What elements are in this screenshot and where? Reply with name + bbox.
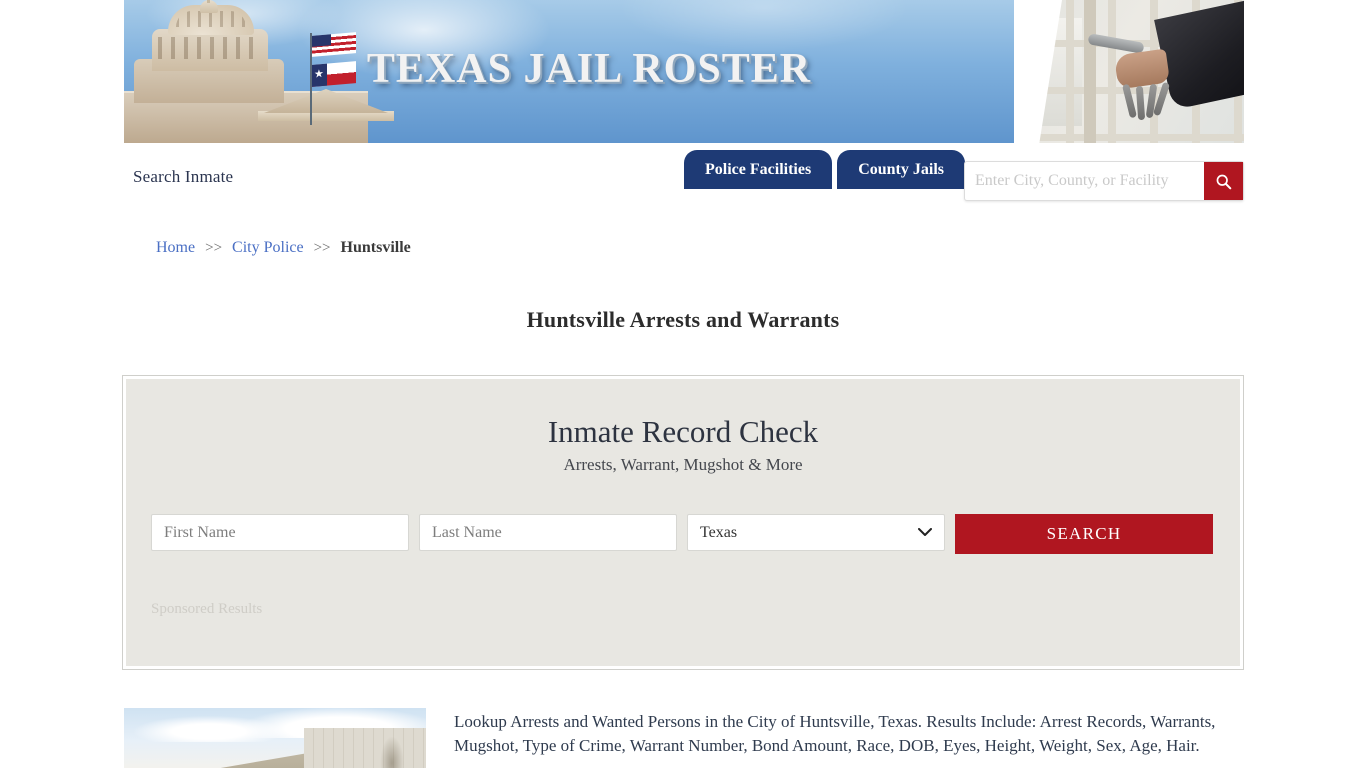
- keys-icon: [1121, 81, 1171, 124]
- banner-title-text: TEXAS JAIL ROSTER: [366, 46, 812, 92]
- inmate-search-form: Texas SEARCH: [151, 514, 1215, 554]
- state-select[interactable]: Texas: [687, 514, 945, 551]
- search-icon: [1216, 174, 1232, 189]
- search-inmate-label: Search Inmate: [133, 167, 234, 186]
- breadcrumb-item-home[interactable]: Home: [156, 239, 195, 256]
- page-description: Lookup Arrests and Wanted Persons in the…: [454, 712, 1216, 755]
- first-name-input[interactable]: [151, 514, 409, 551]
- page-root: TEXAS JAIL ROSTER Search Inmate Police: [0, 0, 1366, 768]
- facility-search-box: [964, 161, 1244, 201]
- sponsored-results-label: Sponsored Results: [151, 601, 263, 617]
- breadcrumb-item-current: Huntsville: [340, 239, 411, 256]
- last-name-input[interactable]: [419, 514, 677, 551]
- facility-search-input[interactable]: [965, 162, 1204, 200]
- facility-tabs: Police Facilities County Jails: [684, 148, 965, 189]
- panel-heading: Inmate Record Check: [547, 414, 819, 449]
- page-title: Huntsville Arrests and Warrants: [526, 306, 840, 332]
- breadcrumb: Home >> City Police >> Huntsville: [156, 239, 411, 257]
- site-banner: TEXAS JAIL ROSTER: [124, 0, 1244, 143]
- nav-row: Search Inmate Police Facilities County J…: [124, 143, 1244, 205]
- breadcrumb-separator: >>: [313, 240, 331, 256]
- huntsville-jail-photo: [124, 708, 426, 768]
- panel-subheading: Arrests, Warrant, Mugshot & More: [563, 455, 803, 474]
- facility-search-button[interactable]: [1204, 162, 1243, 200]
- tab-police-facilities[interactable]: Police Facilities: [684, 150, 833, 189]
- tab-county-jails[interactable]: County Jails: [837, 150, 965, 189]
- inmate-record-check-panel: Inmate Record Check Arrests, Warrant, Mu…: [122, 375, 1244, 670]
- jail-door-image: [1014, 0, 1244, 143]
- breadcrumb-separator: >>: [205, 240, 223, 256]
- breadcrumb-item-city-police[interactable]: City Police: [232, 239, 304, 256]
- inmate-search-button[interactable]: SEARCH: [955, 514, 1213, 554]
